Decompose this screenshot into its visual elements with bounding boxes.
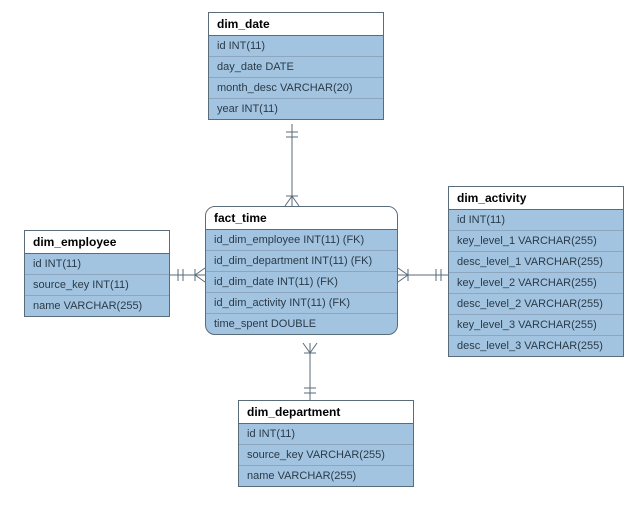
column: time_spent DOUBLE [206,314,397,334]
column: id INT(11) [25,254,169,275]
rel-department-fact [303,343,317,400]
column: id_dim_date INT(11) (FK) [206,272,397,293]
entity-title: dim_department [239,401,413,424]
entity-dim-employee: dim_employee id INT(11) source_key INT(1… [24,230,170,317]
column: year INT(11) [209,99,383,119]
column: id_dim_activity INT(11) (FK) [206,293,397,314]
rel-date-fact [285,124,299,206]
rel-employee-fact [170,268,205,282]
column: source_key VARCHAR(255) [239,445,413,466]
column: key_level_3 VARCHAR(255) [449,315,623,336]
entity-dim-date: dim_date id INT(11) day_date DATE month_… [208,12,384,120]
entity-dim-department: dim_department id INT(11) source_key VAR… [238,400,414,487]
entity-fact-time: fact_time id_dim_employee INT(11) (FK) i… [205,206,398,335]
column: id INT(11) [239,424,413,445]
column: source_key INT(11) [25,275,169,296]
entity-title: dim_employee [25,231,169,254]
entity-title: fact_time [206,207,397,230]
column: id_dim_employee INT(11) (FK) [206,230,397,251]
column: key_level_1 VARCHAR(255) [449,231,623,252]
column: desc_level_3 VARCHAR(255) [449,336,623,356]
column: day_date DATE [209,57,383,78]
column: id INT(11) [209,36,383,57]
er-diagram-canvas: dim_date id INT(11) day_date DATE month_… [0,0,634,512]
rel-activity-fact [398,268,448,282]
column: name VARCHAR(255) [239,466,413,486]
entity-title: dim_activity [449,187,623,210]
column: month_desc VARCHAR(20) [209,78,383,99]
column: name VARCHAR(255) [25,296,169,316]
column: id INT(11) [449,210,623,231]
entity-dim-activity: dim_activity id INT(11) key_level_1 VARC… [448,186,624,357]
column: key_level_2 VARCHAR(255) [449,273,623,294]
entity-title: dim_date [209,13,383,36]
column: desc_level_2 VARCHAR(255) [449,294,623,315]
column: id_dim_department INT(11) (FK) [206,251,397,272]
column: desc_level_1 VARCHAR(255) [449,252,623,273]
